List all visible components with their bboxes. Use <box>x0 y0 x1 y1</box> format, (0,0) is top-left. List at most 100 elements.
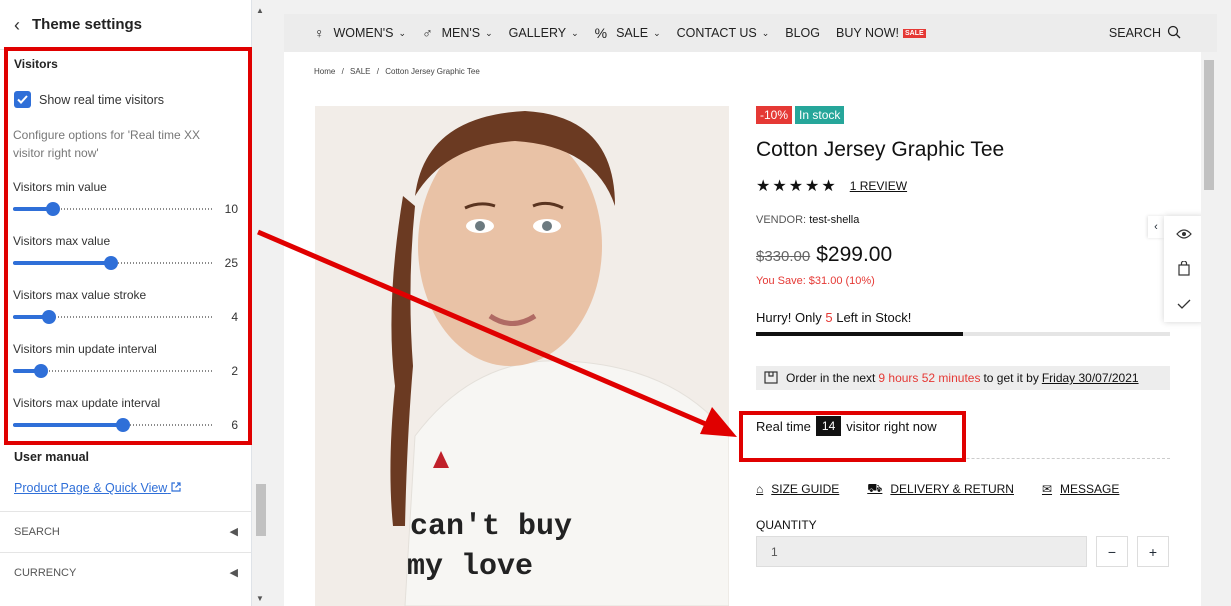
nav-buy-now[interactable]: BUY NOW! SALE <box>836 26 926 40</box>
nav-womens[interactable]: ♀ WOMEN'S ⌄ <box>314 25 406 41</box>
scroll-up-icon[interactable]: ▲ <box>256 6 264 15</box>
nav-label: BUY NOW! <box>836 26 899 40</box>
box-icon <box>764 370 778 387</box>
section-currency-label: CURRENCY <box>14 566 77 579</box>
star-rating-icon: ★★★★★ <box>756 178 838 195</box>
user-manual-link-text[interactable]: Product Page & Quick View <box>14 481 167 495</box>
section-search-label: SEARCH <box>14 525 60 538</box>
review-link[interactable]: 1 REVIEW <box>850 179 907 193</box>
price-row: $330.00 $299.00 <box>756 243 1170 267</box>
nav-label: CONTACT US <box>676 26 757 40</box>
nav-search-label: SEARCH <box>1108 26 1161 40</box>
message-link[interactable]: ✉ MESSAGE <box>1042 481 1119 497</box>
old-price: $330.00 <box>756 248 811 265</box>
section-currency[interactable]: CURRENCY ◀ <box>0 552 251 592</box>
vendor-name[interactable]: test-shella <box>809 214 859 226</box>
man-icon: ♂ <box>422 25 433 41</box>
back-arrow-icon[interactable]: ‹ <box>14 16 20 34</box>
nav-contact[interactable]: CONTACT US ⌄ <box>677 26 770 40</box>
main-nav: ♀ WOMEN'S ⌄ ♂ MEN'S ⌄ GALLERY ⌄ % SALE ⌄… <box>284 14 1217 52</box>
external-link-icon <box>171 481 181 495</box>
truck-icon: ⛟ <box>867 481 883 495</box>
nav-label: GALLERY <box>508 26 567 40</box>
chevron-down-icon: ⌄ <box>571 27 579 38</box>
message-label: MESSAGE <box>1060 482 1120 496</box>
nav-blog[interactable]: BLOG <box>785 26 820 40</box>
stock-progress-fill <box>756 332 963 336</box>
quantity-label: QUANTITY <box>756 518 817 532</box>
shirt-text-line2: my love <box>407 550 533 584</box>
percent-icon: % <box>594 25 608 41</box>
size-guide-label: SIZE GUIDE <box>771 482 840 496</box>
order-date: Friday 30/07/2021 <box>1041 371 1139 385</box>
sidebar-scrollbar[interactable]: ▲ ▼ <box>252 0 270 606</box>
shopping-bag-icon[interactable] <box>1164 251 1204 286</box>
search-icon[interactable] <box>1167 25 1181 42</box>
vendor-label: VENDOR: <box>756 214 807 226</box>
store-preview: ♀ WOMEN'S ⌄ ♂ MEN'S ⌄ GALLERY ⌄ % SALE ⌄… <box>284 14 1217 606</box>
stock-progress <box>756 332 1170 336</box>
nav-label: WOMEN'S <box>333 26 394 40</box>
order-pre: Order in the next <box>786 371 876 385</box>
scrollbar-thumb[interactable] <box>256 484 266 536</box>
quantity-plus-button[interactable]: + <box>1137 536 1169 567</box>
chevron-down-icon: ⌄ <box>653 27 661 38</box>
preview-scrollbar[interactable] <box>1201 52 1217 606</box>
you-save: You Save: $31.00 (10%) <box>756 275 875 287</box>
woman-icon: ♀ <box>314 25 325 41</box>
eye-icon[interactable] <box>1164 216 1204 251</box>
nav-search[interactable]: SEARCH <box>1109 25 1181 42</box>
chevron-left-icon[interactable]: ‹ <box>1148 216 1164 238</box>
sidebar-title: Theme settings <box>32 16 143 33</box>
quantity-minus-button[interactable]: − <box>1096 536 1128 567</box>
breadcrumb-home[interactable]: Home <box>314 67 335 76</box>
highlight-box-visitors <box>4 47 252 445</box>
rating-row: ★★★★★ 1 REVIEW <box>756 176 1170 196</box>
sale-badge: SALE <box>903 28 926 38</box>
product-title: Cotton Jersey Graphic Tee <box>756 138 1005 161</box>
delivery-label: DELIVERY & RETURN <box>890 482 1014 496</box>
nav-label: BLOG <box>785 26 821 40</box>
quantity-input[interactable]: 1 <box>756 536 1087 567</box>
mail-icon: ✉ <box>1041 482 1053 496</box>
nav-mens[interactable]: ♂ MEN'S ⌄ <box>422 25 493 41</box>
in-stock-badge: In stock <box>795 106 845 124</box>
quantity-row: 1 − + <box>756 536 1170 567</box>
product-info: -10% In stock Cotton Jersey Graphic Tee ★… <box>756 106 1170 567</box>
breadcrumb-sep: / <box>341 67 344 76</box>
product-image[interactable]: can't buy my love <box>315 106 729 606</box>
scroll-down-icon[interactable]: ▼ <box>256 594 264 603</box>
breadcrumb-sep: / <box>376 67 379 76</box>
nav-label: MEN'S <box>441 26 481 40</box>
user-manual-title: User manual <box>14 450 90 464</box>
product-links: ⌂ SIZE GUIDE ⛟ DELIVERY & RETURN ✉ MESSAGE <box>756 481 1170 497</box>
delivery-countdown: Order in the next 9 hours 52 minutes to … <box>756 366 1170 390</box>
caret-left-icon: ◀ <box>229 567 238 579</box>
check-icon[interactable] <box>1164 286 1204 321</box>
discount-badge: -10% <box>756 106 793 124</box>
shirt-text-line1: can't buy <box>410 510 572 544</box>
nav-gallery[interactable]: GALLERY ⌄ <box>509 26 579 40</box>
order-mid: to get it by <box>983 371 1039 385</box>
side-toolbar <box>1164 216 1204 322</box>
vendor: VENDOR: test-shella <box>756 214 1170 226</box>
chevron-down-icon: ⌄ <box>485 27 493 38</box>
new-price: $299.00 <box>816 243 893 266</box>
user-manual-link[interactable]: Product Page & Quick View <box>14 481 181 495</box>
hurry-post: Left in Stock! <box>836 310 912 325</box>
section-search[interactable]: SEARCH ◀ <box>0 511 251 551</box>
delivery-return-link[interactable]: ⛟ DELIVERY & RETURN <box>867 481 1014 497</box>
chevron-down-icon: ⌄ <box>761 27 770 38</box>
scrollbar-thumb[interactable] <box>1204 60 1214 190</box>
sidebar-header: ‹ Theme settings <box>0 0 251 50</box>
size-guide-link[interactable]: ⌂ SIZE GUIDE <box>756 481 839 497</box>
stock-message: Hurry! Only 5 Left in Stock! <box>756 310 1170 325</box>
badge-row: -10% In stock <box>756 106 1170 124</box>
hurry-pre: Hurry! Only <box>756 310 822 325</box>
chevron-down-icon: ⌄ <box>398 27 407 38</box>
breadcrumb-sale[interactable]: SALE <box>350 67 370 76</box>
caret-left-icon: ◀ <box>229 526 238 538</box>
breadcrumb: Home / SALE / Cotton Jersey Graphic Tee <box>314 67 480 76</box>
nav-label: SALE <box>616 26 649 40</box>
nav-sale[interactable]: % SALE ⌄ <box>595 25 661 41</box>
